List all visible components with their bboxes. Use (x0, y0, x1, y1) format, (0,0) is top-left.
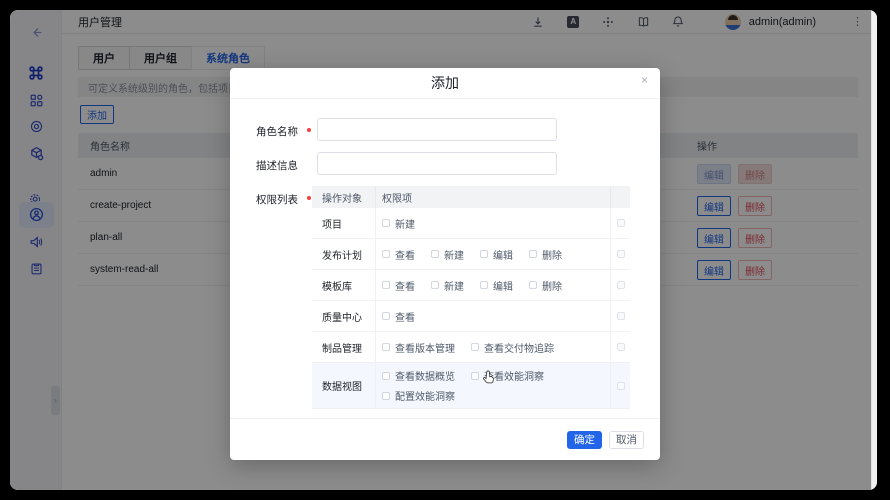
perm-row-end (610, 301, 630, 331)
perm-object: 制品管理 (312, 332, 375, 362)
perm-row: 发布计划 查看 新建 编辑 删除 (312, 239, 630, 270)
checkbox[interactable] (480, 250, 488, 258)
checkbox[interactable] (471, 343, 479, 351)
cancel-button[interactable]: 取消 (609, 431, 644, 449)
description-input[interactable] (317, 152, 557, 175)
modal-header: 添加 × (230, 68, 660, 99)
perm-row-end (610, 239, 630, 269)
perm-item: 编辑 (480, 247, 513, 262)
perm-item-label[interactable]: 新建 (395, 216, 415, 231)
perm-item: 查看数据概览 (382, 368, 455, 383)
perm-item-label[interactable]: 新建 (444, 247, 464, 262)
role-name-input[interactable] (317, 118, 557, 141)
mouse-cursor (480, 369, 495, 385)
perm-item-label[interactable]: 查看版本管理 (395, 340, 455, 355)
perm-item-label[interactable]: 配置效能洞察 (395, 388, 455, 403)
browser-scrollbar[interactable] (871, 10, 877, 490)
perm-row-end (610, 363, 630, 408)
checkbox[interactable] (382, 281, 390, 289)
perm-row: 模板库 查看 新建 编辑 删除 (312, 270, 630, 301)
modal-footer: 确定 取消 (230, 418, 660, 460)
perm-item-label[interactable]: 编辑 (493, 278, 513, 293)
close-icon[interactable]: × (641, 74, 648, 86)
perm-item: 查看版本管理 (382, 340, 455, 355)
checkbox[interactable] (529, 281, 537, 289)
checkbox[interactable] (382, 250, 390, 258)
perm-object: 质量中心 (312, 301, 375, 331)
perm-row: 质量中心 查看 (312, 301, 630, 332)
perm-object: 模板库 (312, 270, 375, 300)
perm-item: 新建 (431, 247, 464, 262)
perm-item-label[interactable]: 查看交付物追踪 (484, 340, 554, 355)
role-name-label: 角色名称 (256, 124, 298, 139)
app-window: › 用户管理 A admin(admin) (10, 10, 877, 490)
required-dot (307, 196, 311, 200)
description-label: 描述信息 (256, 158, 298, 173)
perm-item: 删除 (529, 278, 562, 293)
perm-item: 查看交付物追踪 (471, 340, 554, 355)
modal-title: 添加 (431, 73, 459, 93)
row-checkbox[interactable] (617, 382, 625, 390)
row-checkbox[interactable] (617, 250, 625, 258)
perm-row-end (610, 208, 630, 238)
perm-item-label[interactable]: 查看 (395, 278, 415, 293)
row-checkbox[interactable] (617, 312, 625, 320)
perm-item: 新建 (431, 278, 464, 293)
perm-row-end (610, 332, 630, 362)
checkbox[interactable] (382, 312, 390, 320)
checkbox[interactable] (382, 219, 390, 227)
perm-item-label[interactable]: 删除 (542, 247, 562, 262)
checkbox[interactable] (480, 281, 488, 289)
checkbox[interactable] (382, 343, 390, 351)
perm-item-label[interactable]: 查看数据概览 (395, 368, 455, 383)
checkbox[interactable] (471, 372, 479, 380)
screen: › 用户管理 A admin(admin) (0, 0, 890, 500)
perm-item-label[interactable]: 删除 (542, 278, 562, 293)
permission-list-label: 权限列表 (256, 192, 298, 207)
perm-items: 新建 (375, 208, 610, 238)
perm-row-end (610, 270, 630, 300)
perm-items: 查看 (375, 301, 610, 331)
perm-item: 查看 (382, 278, 415, 293)
perm-item-label[interactable]: 编辑 (493, 247, 513, 262)
perm-item: 编辑 (480, 278, 513, 293)
perm-row: 数据视图查看数据概览查看效能洞察配置效能洞察 (312, 363, 630, 409)
perm-item: 新建 (382, 216, 415, 231)
perm-object: 项目 (312, 208, 375, 238)
perm-item: 删除 (529, 247, 562, 262)
permission-table: 操作对象 权限项 项目新建发布计划查看新建编辑删除模板库查看新建编辑删除质量中心… (312, 186, 630, 409)
row-checkbox[interactable] (617, 343, 625, 351)
perm-row: 项目 新建 (312, 208, 630, 239)
perm-items: 查看 新建 编辑 删除 (375, 239, 610, 269)
perm-row: 制品管理 查看版本管理 查看交付物追踪 (312, 332, 630, 363)
required-dot (307, 128, 311, 132)
perm-items-header: 权限项 (375, 186, 610, 208)
perm-item: 查看 (382, 309, 415, 324)
ok-button[interactable]: 确定 (567, 431, 602, 449)
perm-items: 查看版本管理 查看交付物追踪 (375, 332, 610, 362)
permission-table-header: 操作对象 权限项 (312, 186, 630, 208)
perm-item: 查看 (382, 247, 415, 262)
checkbox[interactable] (382, 392, 390, 400)
perm-table-body: 项目新建发布计划查看新建编辑删除模板库查看新建编辑删除质量中心查看制品管理查看版… (312, 208, 630, 409)
perm-item-label[interactable]: 新建 (444, 278, 464, 293)
checkbox[interactable] (529, 250, 537, 258)
checkbox[interactable] (382, 372, 390, 380)
perm-item: 配置效能洞察 (382, 388, 455, 403)
perm-items: 查看 新建 编辑 删除 (375, 270, 610, 300)
perm-object-header: 操作对象 (312, 190, 375, 205)
row-checkbox[interactable] (617, 281, 625, 289)
perm-item-label[interactable]: 查看 (395, 247, 415, 262)
checkbox[interactable] (431, 250, 439, 258)
perm-object: 数据视图 (312, 363, 375, 408)
perm-object: 发布计划 (312, 239, 375, 269)
add-role-modal: 添加 × 角色名称 描述信息 权限列表 操作对象 权限项 项目新建发布计划查看新… (230, 68, 660, 460)
row-checkbox[interactable] (617, 219, 625, 227)
perm-item-label[interactable]: 查看 (395, 309, 415, 324)
checkbox[interactable] (431, 281, 439, 289)
